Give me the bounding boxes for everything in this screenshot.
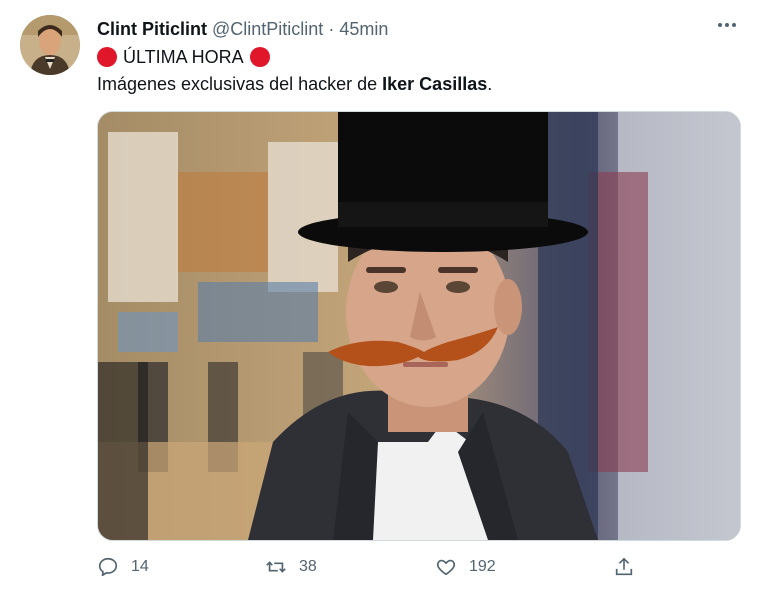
red-circle-icon: [249, 47, 270, 67]
like-count: 192: [469, 558, 496, 575]
photo-illustration: [98, 112, 740, 540]
more-dots-icon[interactable]: [716, 14, 738, 42]
heart-icon: [436, 559, 456, 576]
tweet-media-image[interactable]: [97, 111, 741, 541]
reply-icon: [98, 557, 118, 577]
header-separator: ·: [328, 19, 335, 39]
tweet-header: Clint Piticlint @ClintPiticlint · 45min: [97, 17, 708, 41]
avatar[interactable]: [20, 15, 80, 75]
share-button[interactable]: [613, 552, 635, 582]
reply-button[interactable]: 14: [97, 552, 149, 582]
retweet-count: 38: [299, 558, 317, 575]
like-button[interactable]: 192: [435, 552, 496, 582]
avatar-image: [20, 15, 80, 75]
tweet-text-prefix: Imágenes exclusivas del hacker de: [97, 74, 383, 94]
red-circle-icon: [97, 47, 117, 67]
retweet-button[interactable]: 38: [265, 552, 317, 582]
tweet-actions: 14 38 192: [97, 552, 657, 582]
share-icon: [615, 557, 633, 576]
reply-count: 14: [131, 558, 149, 575]
author-name[interactable]: Clint Piticlint: [97, 19, 207, 39]
tweet[interactable]: Clint Piticlint @ClintPiticlint · 45min …: [0, 0, 768, 603]
tweet-time[interactable]: 45min: [339, 19, 388, 39]
retweet-icon: [266, 561, 286, 573]
tweet-text-line1: ÚLTIMA HORA: [97, 45, 270, 69]
author-handle[interactable]: @ClintPiticlint: [212, 19, 323, 39]
breaking-news-label: ÚLTIMA HORA: [123, 47, 244, 67]
tweet-text-suffix: .: [487, 74, 493, 94]
tweet-text-bold: Iker Casillas: [382, 74, 488, 94]
tweet-text-line2: Imágenes exclusivas del hacker de Iker C…: [97, 72, 492, 96]
